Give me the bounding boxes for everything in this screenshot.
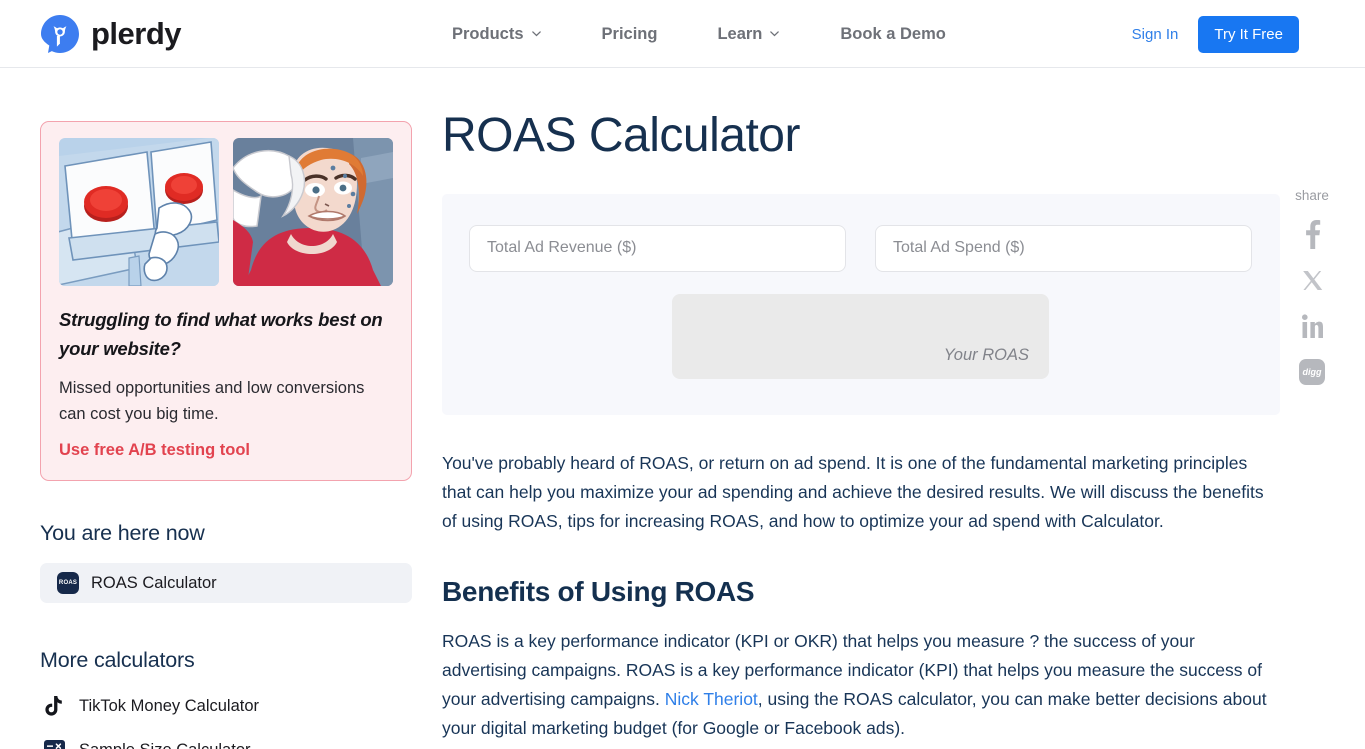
- promo-title: Struggling to find what works best on yo…: [59, 309, 383, 360]
- more-calculators-heading: More calculators: [40, 648, 195, 673]
- share-rail: share digg: [1287, 188, 1337, 401]
- promo-card[interactable]: Struggling to find what works best on yo…: [40, 121, 412, 482]
- sidebar-item-sample-size-calculator[interactable]: Sample Size Calculator: [40, 739, 420, 749]
- nav-item-pricing-label: Pricing: [601, 24, 658, 43]
- digg-icon[interactable]: digg: [1295, 355, 1329, 389]
- sidebar-item-roas-calculator[interactable]: ROAS ROAS Calculator: [40, 563, 412, 604]
- brand-logo[interactable]: plerdy: [40, 14, 182, 54]
- main-navigation: Products Pricing Learn Book a Demo: [452, 0, 946, 68]
- nav-item-book-a-demo-label: Book a Demo: [840, 24, 946, 43]
- sign-in-link[interactable]: Sign In: [1132, 26, 1179, 43]
- roas-calculator-panel: Your ROAS: [442, 193, 1280, 415]
- nav-item-book-a-demo[interactable]: Book a Demo: [840, 25, 945, 44]
- promo-text: Missed opportunities and low conversions…: [59, 379, 365, 423]
- total-ad-revenue-input[interactable]: [469, 224, 846, 272]
- tiktok-icon: [43, 695, 65, 717]
- x-twitter-icon[interactable]: [1295, 263, 1329, 297]
- you-are-here-heading: You are here now: [40, 521, 205, 546]
- sidebar-item-tiktok-money-calculator[interactable]: TikTok Money Calculator: [40, 695, 420, 717]
- try-it-free-button[interactable]: Try It Free: [1198, 15, 1299, 53]
- sweating-guy-meme-panel-image: [233, 138, 393, 286]
- roas-result-label: Your ROAS: [943, 345, 1029, 364]
- linkedin-icon[interactable]: [1295, 309, 1329, 343]
- chevron-down-icon: [769, 28, 780, 39]
- sidebar-item-roas-calculator-label: ROAS Calculator: [91, 573, 217, 592]
- benefits-paragraph: ROAS is a key performance indicator (KPI…: [442, 627, 1274, 743]
- chevron-down-icon: [531, 28, 542, 39]
- facebook-icon[interactable]: [1295, 217, 1329, 251]
- site-header: plerdy Products Pricing Learn Book a Dem…: [0, 0, 1365, 68]
- nav-item-products[interactable]: Products: [452, 25, 542, 44]
- nav-item-learn-label: Learn: [717, 24, 763, 43]
- header-actions: Sign In Try It Free: [1132, 0, 1299, 68]
- nav-item-pricing[interactable]: Pricing: [602, 25, 658, 44]
- calculator-symbols-icon: [43, 739, 65, 749]
- sidebar-item-tiktok-money-calculator-label: TikTok Money Calculator: [79, 696, 260, 715]
- total-ad-spend-input[interactable]: [875, 224, 1252, 272]
- nick-theriot-link[interactable]: Nick Theriot: [665, 689, 758, 709]
- nav-item-learn[interactable]: Learn: [717, 25, 780, 44]
- sidebar: Struggling to find what works best on yo…: [0, 68, 420, 749]
- calculator-inputs-row: [469, 224, 1252, 272]
- brand-name: plerdy: [91, 16, 182, 51]
- digg-badge-label: digg: [1299, 359, 1325, 385]
- two-buttons-meme-panel-image: [59, 138, 219, 286]
- nav-item-products-label: Products: [452, 24, 524, 43]
- page-title: ROAS Calculator: [442, 109, 800, 162]
- benefits-section-heading: Benefits of Using ROAS: [442, 575, 755, 607]
- main-content: ROAS Calculator Your ROAS You've probabl…: [420, 68, 1280, 749]
- page-body: Struggling to find what works best on yo…: [0, 68, 1365, 749]
- roas-result-box: Your ROAS: [672, 293, 1049, 379]
- plerdy-owl-logo-icon: [40, 14, 80, 54]
- intro-paragraph: You've probably heard of ROAS, or return…: [442, 452, 1264, 531]
- promo-cta-link[interactable]: Use free A/B testing tool: [59, 441, 250, 460]
- sidebar-item-sample-size-calculator-label: Sample Size Calculator: [79, 741, 251, 749]
- promo-images: [59, 138, 393, 286]
- share-label: share: [1295, 188, 1329, 203]
- roas-badge-icon: ROAS: [57, 572, 79, 595]
